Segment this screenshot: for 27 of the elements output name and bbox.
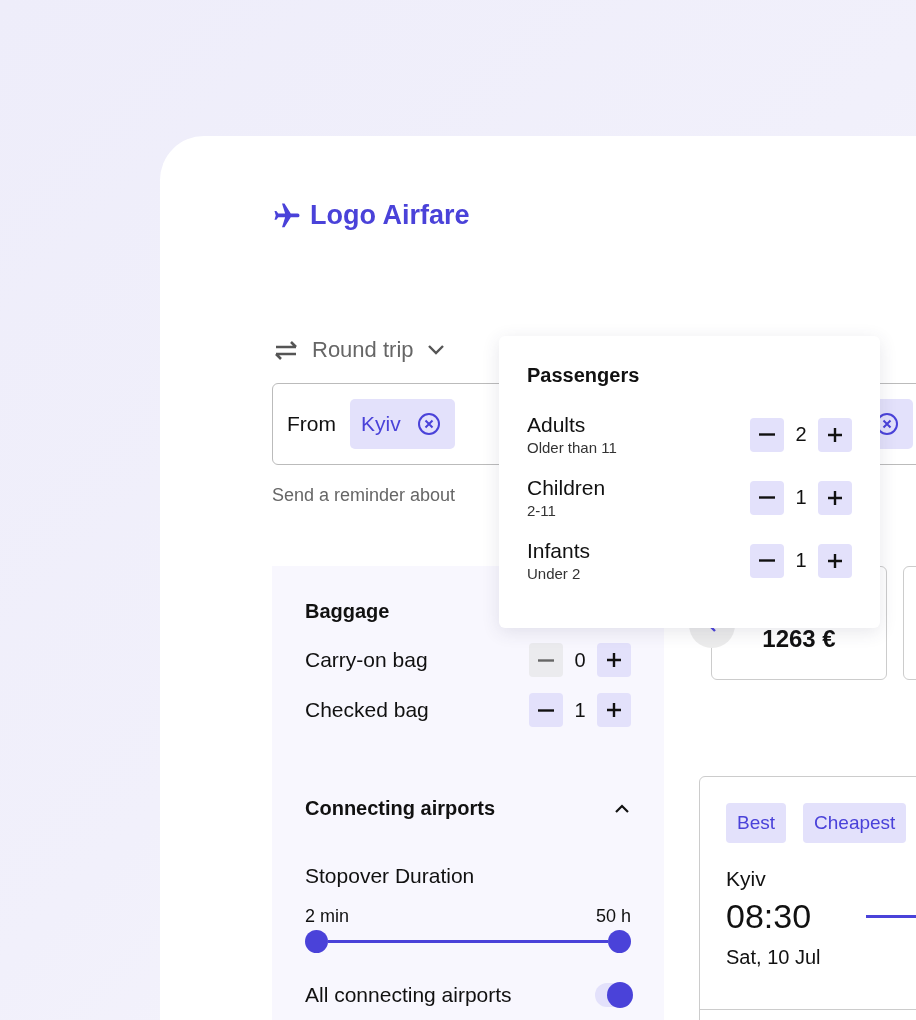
toggle-label: All connecting airports <box>305 983 512 1007</box>
reminder-text: Send a reminder about <box>272 485 456 506</box>
count-value: 1 <box>573 698 587 722</box>
age-hint: Older than 11 <box>527 439 617 456</box>
min-label: 2 min <box>305 906 349 927</box>
age-hint: 2-11 <box>527 502 557 519</box>
max-label: 50 h <box>595 906 631 927</box>
passenger-type: Children <box>527 476 606 500</box>
baggage-label: Carry-on bag <box>305 648 428 672</box>
baggage-label: Checked bag <box>305 698 429 722</box>
count-value: 1 <box>794 549 808 572</box>
count-value: 0 <box>573 648 587 672</box>
age-hint: Under 2 <box>527 565 582 582</box>
count-value: 2 <box>794 423 808 446</box>
slider-label: Stopover Duration <box>305 864 476 888</box>
passenger-type: Infants <box>527 539 591 563</box>
price-text: 1263 € <box>762 625 836 653</box>
field-label: From <box>287 412 336 436</box>
departure-city: Kyiv <box>726 867 766 891</box>
count-value: 1 <box>794 486 808 509</box>
departure-date: Sat, 10 Jul <box>726 946 821 969</box>
logo-text: Logo Airfare <box>310 200 470 231</box>
popover-title: Passengers <box>527 364 641 387</box>
passenger-type: Adults <box>527 413 587 437</box>
section-title: Baggage <box>305 600 391 623</box>
departure-time: 08:30 <box>726 897 812 936</box>
chip-text: Kyiv <box>361 412 401 436</box>
